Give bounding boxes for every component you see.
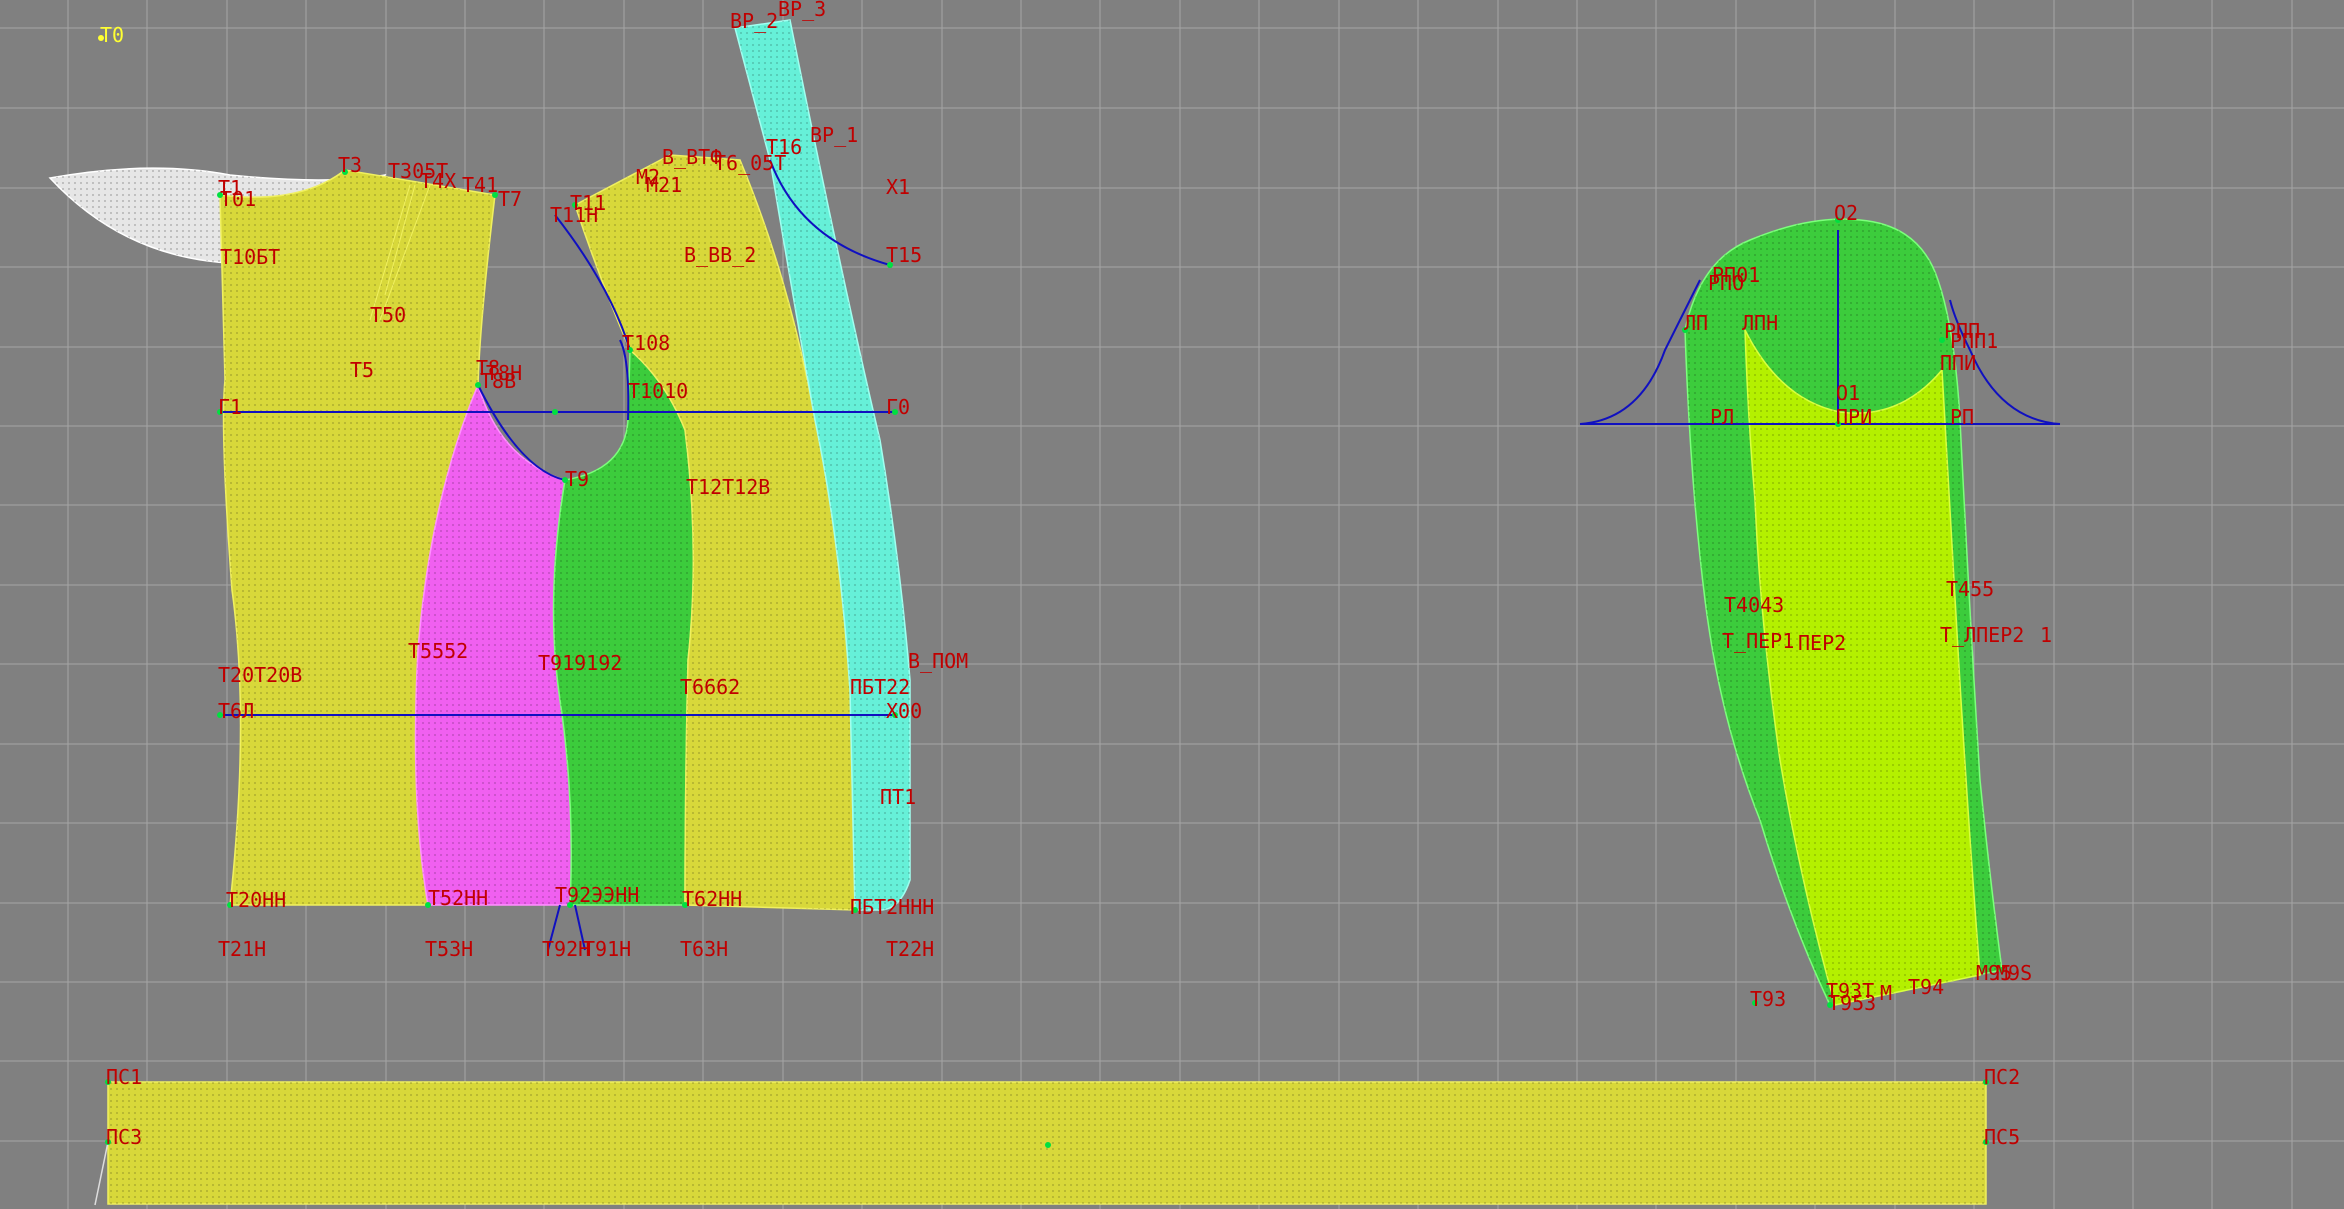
point-label: T6_05Т [714, 151, 786, 175]
point-label: T91Н [583, 937, 631, 961]
point-label: T52НН [428, 886, 488, 910]
point-label: T11Н [550, 203, 598, 227]
point-label: T20НН [226, 888, 286, 912]
point-label: ПРИ [1836, 405, 1872, 429]
point-label: T7 [498, 187, 522, 211]
point-label: ВР_3 [778, 0, 826, 21]
point-label: ПС2 [1984, 1065, 2020, 1089]
point-label: O1 [1836, 381, 1860, 405]
point-label: ЛП [1684, 311, 1708, 335]
point-label: T63Н [680, 937, 728, 961]
point-label: T3 [338, 153, 362, 177]
point-label: Г0 [886, 395, 910, 419]
point-label: T92ЭЭНН [555, 883, 639, 907]
point-label: T9 [565, 467, 589, 491]
point-label: РЛ [1710, 405, 1734, 429]
point-label: M9S [1996, 961, 2032, 985]
point-label: 1 [2040, 623, 2052, 647]
belt-piece[interactable] [94, 1081, 1987, 1206]
point-label: T20T20В [218, 663, 302, 687]
point-label: X1 [886, 175, 910, 199]
front-side-piece[interactable] [552, 348, 695, 906]
point-label: T6Л [218, 699, 254, 723]
point-label: ПТ1 [880, 785, 916, 809]
point-label: T41 [462, 173, 498, 197]
point-label: ЛПН [1742, 311, 1778, 335]
point-label: T4Х [420, 169, 456, 193]
point-label: ППИ [1940, 351, 1976, 375]
point-label: Г1 [218, 395, 242, 419]
point-label: T919192 [538, 651, 622, 675]
point-label: T94 [1908, 975, 1944, 999]
point-label: T8В [480, 369, 516, 393]
origin-label: T0 [100, 23, 124, 47]
point-label: T5552 [408, 639, 468, 663]
point-label: T455 [1946, 577, 1994, 601]
point-label: РПП1 [1950, 329, 1998, 353]
point-label: T1010 [628, 379, 688, 403]
point-label: T01 [220, 187, 256, 211]
point-label: T_ЛПЕР2 [1940, 623, 2024, 647]
point-label: T108 [622, 331, 670, 355]
point-label: T15 [886, 243, 922, 267]
point-label: T_ПЕР1 [1722, 629, 1794, 653]
point-label: РП01 [1712, 263, 1760, 287]
point-label: ВР_2 [730, 9, 778, 33]
point-label: T5 [350, 358, 374, 382]
point-label: В_ВВ_2 [684, 243, 756, 267]
point-label: O2 [1834, 201, 1858, 225]
point-label: T953 [1828, 991, 1876, 1015]
point-label: ПС3 [106, 1125, 142, 1149]
point-label: T21Н [218, 937, 266, 961]
pattern-cad-canvas[interactable]: T0 T1 T01 T3 T305T T4Х T41 T7 T10БТ T50 … [0, 0, 2344, 1209]
point-label: T10БТ [220, 245, 280, 269]
point-label: ВР_1 [810, 123, 858, 147]
point-label: T62НН [682, 887, 742, 911]
point-label: T4043 [1724, 593, 1784, 617]
point-label: РП [1950, 405, 1974, 429]
point-label: T6662 [680, 675, 740, 699]
point-label: М [1880, 981, 1892, 1005]
point-label: ПБТ22 [850, 675, 910, 699]
point-label: T53Н [425, 937, 473, 961]
point-label: ПЕР2 [1798, 631, 1846, 655]
point-label: T50 [370, 303, 406, 327]
sleeve-top-piece[interactable] [1744, 329, 1981, 1006]
point-label: В_ПОМ [908, 649, 968, 673]
point-label: ПС5 [1984, 1125, 2020, 1149]
point-label: T22Н [886, 937, 934, 961]
point-label: X00 [886, 699, 922, 723]
point-label: ПБТ2ННН [850, 895, 934, 919]
point-label: T12T12В [686, 475, 770, 499]
point-label: M21 [646, 173, 682, 197]
point-label: ПС1 [106, 1065, 142, 1089]
point-label: T93 [1750, 987, 1786, 1011]
